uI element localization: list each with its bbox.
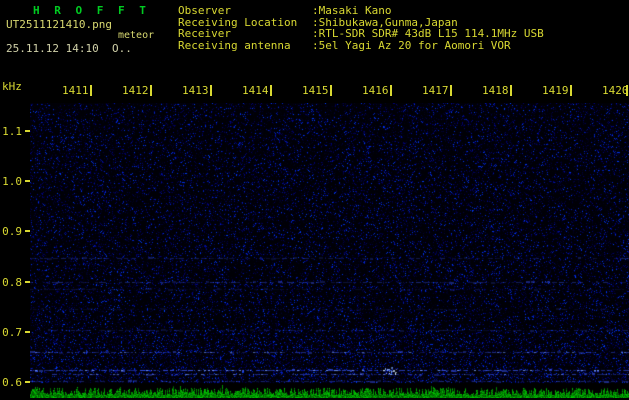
y-tick-label: 1.0	[2, 175, 22, 188]
y-tick-label: 0.9	[2, 225, 22, 238]
y-tick-label: 1.1	[2, 125, 22, 138]
y-tick-label: 0.7	[2, 326, 22, 339]
y-tick-label: 0.6	[2, 376, 22, 389]
y-tick-label: 0.8	[2, 276, 22, 289]
hrofft-screen: H R O F F T UT2511121410.png meteor 25.1…	[0, 0, 629, 400]
spectrogram-canvas	[30, 103, 629, 398]
